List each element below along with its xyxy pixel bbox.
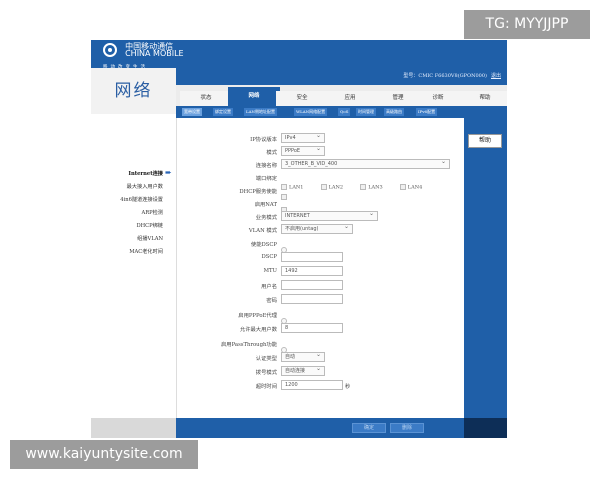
tab-security[interactable]: 安全: [276, 91, 328, 106]
mode-select[interactable]: PPPoE: [281, 145, 325, 156]
tab-help[interactable]: 帮助: [459, 91, 507, 106]
username-input[interactable]: [281, 280, 343, 290]
row-dhcp-enable: DHCP服务使能: [177, 185, 465, 200]
tab-application[interactable]: 应用: [324, 91, 376, 106]
dscp-input[interactable]: [281, 252, 343, 262]
row-conn-name: 连接名称 3_OTHER_B_VID_400: [177, 158, 465, 171]
arrow-right-icon: ➨: [165, 168, 172, 177]
pppoe-proxy-label: 启用PPPoE代理: [238, 313, 277, 319]
subtab-lan[interactable]: LAN侧地址配置: [244, 108, 278, 116]
dial-mode-select[interactable]: 自动连接: [281, 365, 325, 376]
row-enable-dscp: 使能DSCP: [177, 238, 465, 253]
menu-arp-detect[interactable]: ARP检测: [141, 209, 163, 216]
subtab-wlan[interactable]: WLAN网络配置: [294, 108, 328, 116]
subtab-binding[interactable]: 绑定设置: [213, 108, 233, 116]
timeout-unit: 秒: [345, 384, 351, 390]
service-mode-select[interactable]: INTERNET: [281, 210, 378, 221]
model-label: 型号：: [403, 73, 419, 79]
subtab-qos[interactable]: QoS: [338, 108, 351, 116]
ip-protocol-select[interactable]: IPv4: [281, 132, 325, 143]
confirm-button[interactable]: 确定: [352, 423, 386, 433]
row-mtu: MTU 1492: [177, 266, 465, 278]
timeout-label: 超时时间: [255, 384, 277, 390]
port-bind-label: 端口绑定: [255, 176, 277, 182]
mode-label: 模式: [266, 150, 277, 156]
vlan-mode-label: VLAN 模式: [248, 228, 277, 234]
watermark-bottom: www.kaiyuntysite.com: [10, 440, 198, 469]
conn-name-label: 连接名称: [255, 163, 277, 169]
china-mobile-logo: 中国移动通信 CHINA MOBILE 移动改变生活: [103, 43, 184, 70]
mtu-input[interactable]: 1492: [281, 266, 343, 276]
row-port-bind: 端口绑定 LAN1 LAN2 LAN3 LAN4: [177, 172, 465, 190]
timeout-input[interactable]: 1200: [281, 380, 343, 390]
china-mobile-logo-icon: [103, 43, 117, 57]
row-pppoe-proxy: 启用PPPoE代理: [177, 309, 465, 324]
page: TG: MYYJJPP 中国移动通信 CHINA MOBILE 移动改变生活 网…: [0, 0, 600, 480]
menu-mac-aging[interactable]: MAC老化时间: [129, 248, 163, 255]
password-input[interactable]: [281, 294, 343, 304]
subtab-time[interactable]: 时间管理: [356, 108, 376, 116]
dhcp-enable-label: DHCP服务使能: [239, 189, 277, 195]
subtab-routing[interactable]: 高级路由: [384, 108, 404, 116]
row-auth-type: 认证类型 自动: [177, 351, 465, 364]
nat-label: 启用NAT: [254, 202, 277, 208]
vlan-mode-select[interactable]: 不启用(untag): [281, 223, 353, 234]
auth-type-select[interactable]: 自动: [281, 351, 325, 362]
row-dscp: DSCP: [177, 252, 465, 264]
row-service-mode: 业务模式 INTERNET: [177, 210, 465, 223]
dscp-label: DSCP: [261, 254, 278, 260]
passthrough-label: 启用PassThrough功能: [221, 342, 277, 348]
row-vlan-mode: VLAN 模式 不启用(untag): [177, 223, 465, 236]
logout-link[interactable]: 退出: [491, 73, 501, 79]
brand-en: CHINA MOBILE: [125, 49, 184, 58]
password-label: 密码: [266, 298, 277, 304]
username-label: 用户名: [261, 284, 277, 290]
config-form: IP协议版本 IPv4 模式 PPPoE 连接名称 3_OTHER_B_VID_…: [176, 118, 464, 418]
row-ip-protocol: IP协议版本 IPv4: [177, 132, 465, 145]
max-users-label: 允许最大用户数: [239, 327, 277, 333]
tab-diagnosis[interactable]: 诊断: [412, 91, 464, 106]
mtu-label: MTU: [263, 268, 277, 274]
menu-multicast-vlan[interactable]: 组播VLAN: [137, 235, 163, 242]
model-bar: 型号：CMIC F6630V8(GPON000) 退出: [176, 68, 507, 85]
row-username: 用户名: [177, 280, 465, 292]
menu-max-users[interactable]: 最大接入用户数: [127, 183, 163, 190]
ip-protocol-label: IP协议版本: [250, 137, 277, 143]
bottom-right-panel: [464, 418, 507, 438]
auth-type-label: 认证类型: [255, 356, 277, 362]
tab-status[interactable]: 状态: [180, 91, 232, 106]
section-title: 网络: [91, 68, 176, 114]
help-button[interactable]: 帮助: [468, 134, 502, 148]
row-password: 密码: [177, 294, 465, 306]
subtab-ipv6[interactable]: IPv6配置: [416, 108, 438, 116]
logo-bar: 中国移动通信 CHINA MOBILE 移动改变生活: [91, 40, 507, 70]
bottom-bar: 确定 删除: [91, 418, 507, 438]
main-tabs: 状态 网络 安全 应用 管理 诊断 帮助: [176, 85, 507, 106]
watermark-top: TG: MYYJJPP: [464, 10, 590, 39]
subtab-broadband[interactable]: 宽带设置: [182, 108, 202, 116]
row-mode: 模式 PPPoE: [177, 145, 465, 158]
sub-tabs: 宽带设置 绑定设置 LAN侧地址配置 WLAN网络配置 QoS 时间管理 高级路…: [176, 106, 507, 118]
menu-4in6-tunnel[interactable]: 4in6隧道连接设置: [120, 196, 163, 203]
enable-dscp-label: 使能DSCP: [250, 242, 277, 248]
max-users-input[interactable]: 8: [281, 323, 343, 333]
row-timeout: 超时时间 1200 秒: [177, 380, 465, 392]
delete-button[interactable]: 删除: [390, 423, 424, 433]
left-menu: Internet连接 ➨ 最大接入用户数 4in6隧道连接设置 ARP检测 DH…: [91, 114, 176, 418]
row-dial-mode: 拨号模式 自动连接: [177, 365, 465, 378]
menu-internet-connection[interactable]: Internet连接: [129, 170, 163, 177]
tab-network[interactable]: 网络: [228, 87, 280, 106]
row-max-users: 允许最大用户数 8: [177, 323, 465, 335]
bottom-left-panel: [91, 418, 176, 438]
row-nat: 启用NAT: [177, 198, 465, 213]
router-admin-window: 中国移动通信 CHINA MOBILE 移动改变生活 网络 型号：CMIC F6…: [91, 40, 507, 438]
dial-mode-label: 拨号模式: [255, 370, 277, 376]
model-value: CMIC F6630V8(GPON000): [418, 73, 487, 79]
conn-name-select[interactable]: 3_OTHER_B_VID_400: [281, 158, 450, 169]
row-passthrough: 启用PassThrough功能: [177, 338, 465, 353]
service-mode-label: 业务模式: [255, 215, 277, 221]
menu-dhcp-bind[interactable]: DHCP绑链: [136, 222, 163, 229]
right-bar: 帮助: [464, 118, 507, 418]
